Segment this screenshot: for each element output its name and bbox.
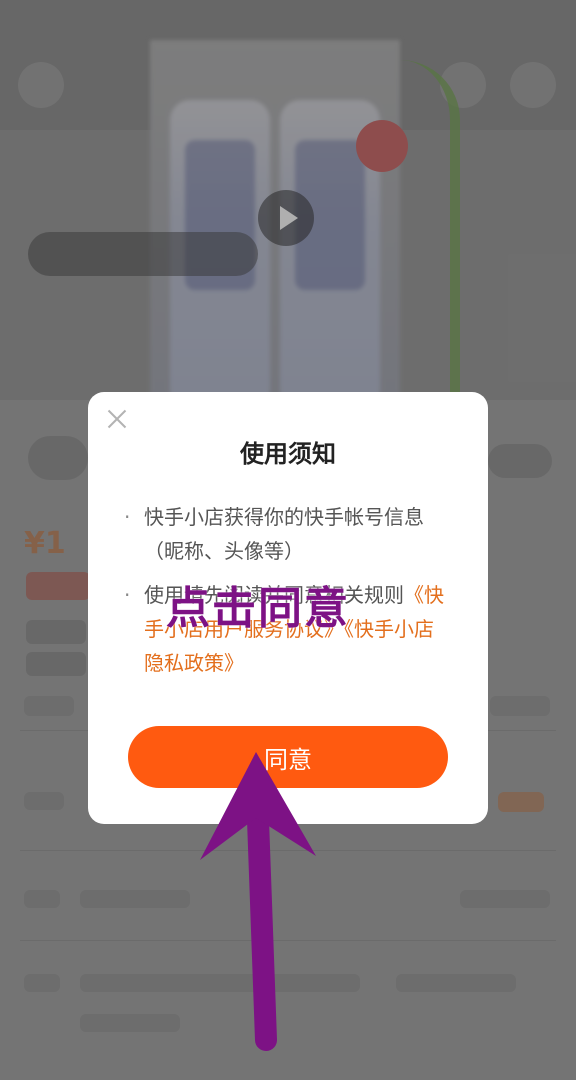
annotation-arrow-icon	[200, 752, 316, 1051]
